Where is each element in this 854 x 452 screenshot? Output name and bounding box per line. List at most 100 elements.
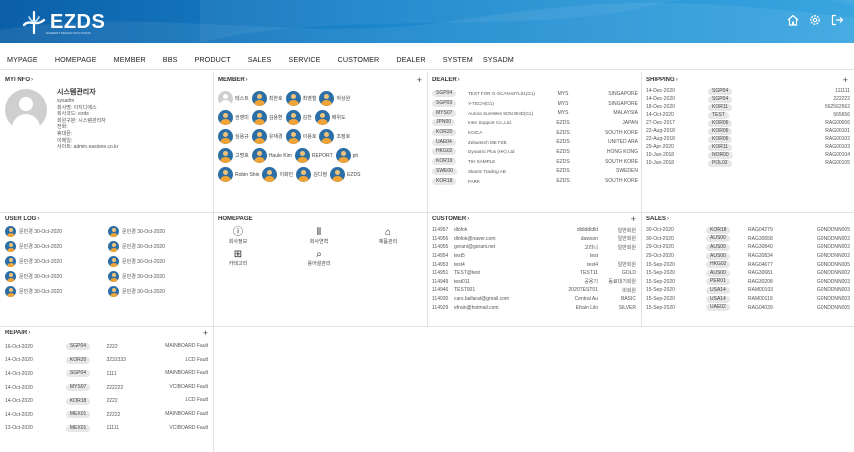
table-row[interactable]: 15-Sep-2020 AUS00 RAG30681 G0NDDNN002 <box>646 269 850 278</box>
member-chip[interactable]: 심용규 <box>218 129 249 144</box>
table-row[interactable]: SGP04 TEST FOR G-SCAN-MYL01(G1) MYS SINGAPO… <box>432 89 638 99</box>
member-chip[interactable]: 최영철 <box>285 91 316 106</box>
table-row[interactable]: 15-Sep-2020 PER01 RAG30208 G0NDDNN003 <box>646 278 850 287</box>
member-chip[interactable]: 이화민 <box>262 167 293 182</box>
table-row[interactable]: KOR18 FARK EZDS SOUTH KORE <box>432 176 638 186</box>
panel-title[interactable]: HOMEPAGE <box>218 216 424 226</box>
nav-bbs[interactable]: BBS <box>163 55 178 64</box>
table-row[interactable]: 114930 cars.ballarat@gmail.com Central Au B… <box>432 295 636 304</box>
userlog-item[interactable]: 문민경 30-Oct-2020 <box>108 239 165 254</box>
userlog-item[interactable]: 문민경 30-Oct-2020 <box>108 269 165 284</box>
table-row[interactable]: KOR19 TIH SAMPLE EZDS SOUTH KORE <box>432 157 638 167</box>
table-row[interactable]: 114951 TEST@test TEST11 GOLD <box>432 269 636 278</box>
table-row[interactable]: 14-Oct-2020 MYS07 222222 VCIBOARD Fault <box>5 381 208 395</box>
userlog-item[interactable]: 문민경 30-Oct-2020 <box>5 239 62 254</box>
homepage-item-glossary[interactable]: ⌕ 용어설관리 <box>299 249 339 267</box>
table-row[interactable]: 114957 dlofok dldiddldld 일반회원 <box>432 226 636 235</box>
panel-title[interactable]: SALES› <box>646 216 850 226</box>
panel-title[interactable]: DEALER› <box>432 77 638 87</box>
nav-product[interactable]: PRODUCT <box>194 55 230 64</box>
table-row[interactable]: UAE04 Zebartech ME FZE EZDS UNITED ARA <box>432 137 638 147</box>
table-row[interactable]: 114956 dlofok@naver.com dawson 일반회원 <box>432 235 636 244</box>
table-row[interactable]: 14-Oct-2020 KOR20 3232333 LCD Fault <box>5 354 208 368</box>
table-row[interactable]: 14-Oct-2020 TEST 565656 <box>646 111 850 119</box>
nav-homepage[interactable]: HOMEPAGE <box>55 55 97 64</box>
table-row[interactable]: 10-Jun-2018 POL02 RAG00105 <box>646 159 850 167</box>
nav-dealer[interactable]: DEALER <box>396 55 425 64</box>
table-row[interactable]: 15-Sep-2020 HKG02 RAG04677 G0NDDNN005 <box>646 260 850 269</box>
table-row[interactable]: HKG02 Dynamic Plus (HK) Ltd EZDS HONG KONG <box>432 147 638 157</box>
member-chip[interactable]: pit <box>335 148 358 163</box>
table-row[interactable]: 13-Oct-2020 MEX01 11111 VCIBOARD Fault <box>5 422 208 436</box>
userlog-item[interactable]: 문민경 30-Oct-2020 <box>5 269 62 284</box>
add-icon[interactable]: + <box>843 77 848 85</box>
table-row[interactable]: 14-Dec-2020 SGP04 111111 <box>646 87 850 95</box>
table-row[interactable]: 114946 TEST001 2020TEST01 비회원 <box>432 286 636 295</box>
homepage-item-company-info[interactable]: ⓘ 회사정보 <box>218 227 258 245</box>
table-row[interactable]: 29-Oct-2020 AUS00 RAG30840 G0NDDNN002 <box>646 243 850 252</box>
userlog-item[interactable]: 문민경 30-Oct-2020 <box>108 254 165 269</box>
member-chip[interactable]: 김다정 <box>296 167 327 182</box>
homepage-item-category[interactable]: ⊞ 카테고리 <box>218 249 258 267</box>
member-chip[interactable]: 이용호 <box>285 129 316 144</box>
table-row[interactable]: 14-Oct-2020 SGP04 1111 MAINBOARD Fault <box>5 367 208 381</box>
nav-sysadm[interactable]: SYSADM <box>483 55 514 64</box>
table-row[interactable]: 15-Sep-2020 USA14 RAM00103 G0NDDNN003 <box>646 286 850 295</box>
panel-title[interactable]: MYI NFO› <box>5 77 210 87</box>
userlog-item[interactable]: 문민경 30-Oct-2020 <box>5 224 62 239</box>
table-row[interactable]: 114954 test5 test <box>432 252 636 261</box>
nav-member[interactable]: MEMBER <box>114 55 146 64</box>
add-icon[interactable]: + <box>203 330 208 338</box>
table-row[interactable]: KOR20 KOICA EZDS SOUTH KORE <box>432 128 638 138</box>
homepage-item-history[interactable]: ⦀ 회사연혁 <box>299 227 339 245</box>
table-row[interactable]: MYS07 Aurora SureWes SDN BHD(G1) MYS MALAYS… <box>432 108 638 118</box>
member-chip[interactable]: EZDS <box>330 167 360 182</box>
table-row[interactable]: 114949 test011 공용기 동료대기회원 <box>432 278 636 287</box>
userlog-item[interactable]: 문민경 30-Oct-2020 <box>108 224 165 239</box>
table-row[interactable]: 14-Oct-2020 MEX01 22222 MAINBOARD Fault <box>5 408 208 422</box>
add-icon[interactable]: + <box>631 216 636 224</box>
member-chip[interactable]: 테스트 <box>218 91 249 106</box>
home-icon[interactable] <box>786 13 800 27</box>
homepage-item-products[interactable]: ⌂ 제품관리 <box>368 227 408 245</box>
table-row[interactable]: 18-Dec-2020 KOR11 562562562 <box>646 103 850 111</box>
table-row[interactable]: 14-Dec-2020 SGP04 222222 <box>646 95 850 103</box>
member-chip[interactable]: Robin Shin <box>218 167 259 182</box>
nav-customer[interactable]: CUSTOMER <box>338 55 380 64</box>
panel-title[interactable]: REPAIR› + <box>5 330 210 340</box>
member-chip[interactable]: 하상원 <box>319 91 350 106</box>
member-chip[interactable]: 조정호 <box>319 129 350 144</box>
table-row[interactable]: SGP03 Y-TECH(G1) MYS SINGAPORE <box>432 99 638 109</box>
table-row[interactable]: 30-Oct-2020 KOR18 RAG04279 G0NDDNN005 <box>646 226 850 235</box>
table-row[interactable]: SWE00 Skantz Trading AB EZDS SWEDEN <box>432 167 638 177</box>
nav-service[interactable]: SERVICE <box>288 55 320 64</box>
member-chip[interactable]: 배위도 <box>314 110 346 125</box>
gear-icon[interactable] <box>808 13 822 27</box>
nav-sales[interactable]: SALES <box>248 55 272 64</box>
table-row[interactable]: 30-Oct-2020 AUS00 RAG30658 G0NDDNN002 <box>646 235 850 244</box>
userlog-item[interactable]: 문민경 30-Oct-2020 <box>108 284 165 299</box>
member-chip[interactable]: 고명호 <box>218 148 249 163</box>
table-row[interactable]: 29-Apr-2020 KOR11 RAG00103 <box>646 143 850 151</box>
userlog-item[interactable]: 문민경 30-Oct-2020 <box>5 284 62 299</box>
member-chip[interactable]: REPORT <box>294 148 333 163</box>
table-row[interactable]: 22-Aug-2018 KOR06 RAG00102 <box>646 135 850 143</box>
add-icon[interactable]: + <box>417 77 422 85</box>
ezds-logo[interactable]: EZDS ELEMENT DESIGN SOLUTIONS <box>22 7 105 37</box>
table-row[interactable]: 114929 efrain@hotmail.com Efrain Lilo SILVE… <box>432 303 636 312</box>
table-row[interactable]: 15-Sep-2020 USA14 RAM00119 G0NDDNN003 <box>646 295 850 304</box>
member-chip[interactable]: 김용환 <box>251 110 283 125</box>
table-row[interactable]: 15-Sep-2020 UAE02 RAG04039 G0NDDNN005 <box>646 303 850 312</box>
table-row[interactable]: 10-Jun-2018 NOR00 RAG00104 <box>646 151 850 159</box>
member-chip[interactable]: Haule Kim <box>251 148 292 163</box>
table-row[interactable]: 22-Aug-2018 KOR06 RAG00101 <box>646 127 850 135</box>
member-chip[interactable]: 최한호 <box>251 91 283 106</box>
table-row[interactable]: 29-Oct-2020 AUS00 RAG30834 G0NDDNN002 <box>646 252 850 261</box>
table-row[interactable]: 114955 gorani@gorani.net 고라니 일반회원 <box>432 243 636 252</box>
logout-icon[interactable] <box>830 13 844 27</box>
nav-mypage[interactable]: MYPAGE <box>7 55 38 64</box>
member-chip[interactable]: 김찬 <box>285 110 312 125</box>
userlog-item[interactable]: 문민경 30-Oct-2020 <box>5 254 62 269</box>
member-chip[interactable]: 권영미 <box>218 110 249 125</box>
panel-title[interactable]: CUSTOMER› + <box>432 216 638 226</box>
